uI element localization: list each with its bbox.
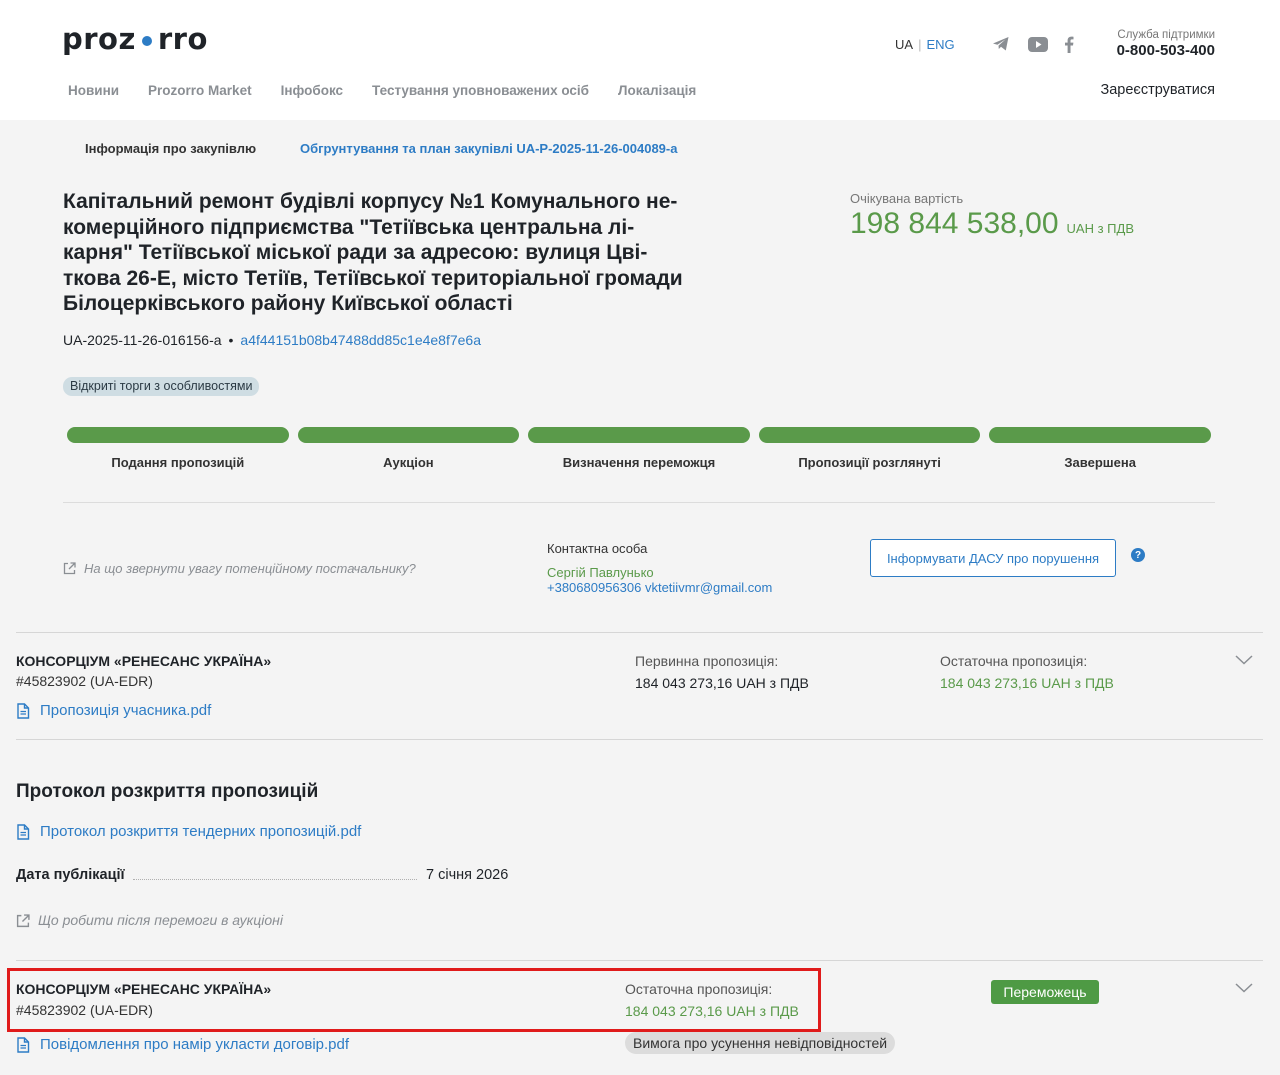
support-label: Служба підтримки xyxy=(1117,29,1215,41)
tab-procurement-info[interactable]: Інформація про закупівлю xyxy=(85,141,256,156)
help-icon[interactable]: ? xyxy=(1131,548,1145,562)
step-complete: Завершена xyxy=(989,427,1211,470)
nav-news[interactable]: Новини xyxy=(68,83,119,98)
logo-dot xyxy=(141,36,152,46)
highlight-box xyxy=(7,968,821,1032)
intent-document-name: Повідомлення про намір укласти договір.p… xyxy=(40,1036,350,1053)
site-header: proz rro UA | ENG Служба підтримки 0-800-… xyxy=(0,0,1280,120)
publication-date-label: Дата публікації xyxy=(16,867,125,883)
step-bar xyxy=(297,427,520,443)
intent-document-link[interactable]: Повідомлення про намір укласти договір.p… xyxy=(16,1036,349,1053)
step-bar xyxy=(989,427,1211,443)
support-contact: Служба підтримки 0-800-503-400 xyxy=(1117,29,1215,59)
document-icon xyxy=(16,823,30,840)
divider xyxy=(16,632,1263,633)
final-offer-label: Остаточна пропозиція: xyxy=(940,653,1088,669)
supplier-notice-link[interactable]: На що звернути увагу потенційному постач… xyxy=(63,561,416,576)
bid-document-name: Пропозиція учасника.pdf xyxy=(40,702,212,719)
step-label: Аукціон xyxy=(383,455,434,470)
step-label: Визначення переможця xyxy=(562,455,716,470)
inform-dasu-button[interactable]: Інформувати ДАСУ про порушення xyxy=(870,539,1116,577)
prozorro-logo[interactable]: proz rro xyxy=(62,22,208,56)
initial-offer-value: 184 043 273,16 UAH з ПДВ xyxy=(635,675,809,691)
external-link-icon xyxy=(16,913,30,927)
telegram-icon[interactable] xyxy=(990,34,1012,54)
contact-name: Сергій Павлунько xyxy=(547,565,654,580)
step-label: Подання пропозицій xyxy=(111,455,245,470)
facebook-icon[interactable] xyxy=(1058,34,1080,54)
step-label: Пропозиції розглянуті xyxy=(798,455,941,470)
protocol-title: Протокол розкриття пропозицій xyxy=(16,781,319,802)
document-icon xyxy=(16,1036,30,1053)
bidder-edr: #45823902 (UA-EDR) xyxy=(16,673,153,689)
external-link-icon xyxy=(63,562,76,575)
contact-label: Контактна особа xyxy=(547,541,648,556)
expected-amount: 198 844 538,00 xyxy=(850,207,1059,240)
step-auction: Аукціон xyxy=(297,427,520,470)
id-separator: • xyxy=(228,332,234,348)
claim-badge: Вимога про усунення невідповідностей xyxy=(625,1032,896,1054)
tender-id: UA-2025-11-26-016156-a xyxy=(63,332,222,348)
bidder-name: КОНСОРЦІУМ «РЕНЕСАНС УКРАЇНА» xyxy=(16,653,272,669)
after-win-text: Що робити після перемоги в аукціоні xyxy=(38,912,283,928)
expected-value-label: Очікувана вартість xyxy=(850,191,964,206)
final-offer-value: 184 043 273,16 UAH з ПДВ xyxy=(940,675,1114,691)
register-link[interactable]: Зареєструватися xyxy=(1100,82,1215,98)
tab-procurement-plan[interactable]: Обгрунтування та план закупівлі UA-P-202… xyxy=(300,141,677,156)
youtube-icon[interactable] xyxy=(1027,34,1049,54)
step-bar xyxy=(67,427,289,443)
divider xyxy=(16,960,1263,961)
initial-offer-label: Первинна пропозиція: xyxy=(635,653,779,669)
step-bar xyxy=(758,427,981,443)
after-win-link[interactable]: Що робити після перемоги в аукціоні xyxy=(16,912,283,928)
nav-infobox[interactable]: Інфобокс xyxy=(281,83,343,98)
lang-eng[interactable]: ENG xyxy=(926,37,954,52)
tender-title: Капітальний ремонт будівлі корпусу №1 Ко… xyxy=(63,190,683,315)
support-phone[interactable]: 0-800-503-400 xyxy=(1117,42,1215,59)
publication-date-value: 7 січня 2026 xyxy=(426,867,509,883)
winner-badge: Переможець xyxy=(991,980,1099,1004)
lang-ua[interactable]: UA xyxy=(895,37,913,52)
language-switcher: UA | ENG xyxy=(895,37,955,52)
procedure-type-badge: Відкриті торги з особливостями xyxy=(63,377,260,396)
step-winner-selection: Визначення переможця xyxy=(528,427,750,470)
lang-separator: | xyxy=(918,37,922,52)
tender-ids: UA-2025-11-26-016156-a • a4f44151b08b474… xyxy=(63,332,481,348)
document-icon xyxy=(16,702,30,719)
nav-prozorro-market[interactable]: Prozorro Market xyxy=(148,83,252,98)
step-label: Завершена xyxy=(1064,455,1136,470)
main-nav: Новини Prozorro Market Інфобокс Тестуван… xyxy=(68,83,696,98)
status-steps: Подання пропозицій Аукціон Визначення пе… xyxy=(67,427,1211,470)
chevron-down-icon[interactable] xyxy=(1235,980,1253,993)
nav-localization[interactable]: Локалізація xyxy=(618,83,696,98)
step-bar xyxy=(528,427,750,443)
protocol-document-name: Протокол розкриття тендерних пропозицій.… xyxy=(40,823,362,840)
expected-currency: UAH з ПДВ xyxy=(1066,221,1134,236)
protocol-document-link[interactable]: Протокол розкриття тендерних пропозицій.… xyxy=(16,823,361,840)
chevron-down-icon[interactable] xyxy=(1235,652,1253,665)
tender-hash-link[interactable]: a4f44151b08b47488dd85c1e4e8f7e6a xyxy=(240,332,481,348)
step-submission: Подання пропозицій xyxy=(67,427,289,470)
dotted-leader xyxy=(133,879,417,880)
step-reviewed: Пропозиції розглянуті xyxy=(758,427,981,470)
contact-phone-email[interactable]: +380680956306 vktetiivmr@gmail.com xyxy=(547,580,772,595)
supplier-notice-text: На що звернути увагу потенційному постач… xyxy=(84,561,416,576)
expected-value: 198 844 538,00 UAH з ПДВ xyxy=(850,207,1134,241)
nav-testing[interactable]: Тестування уповноважених осіб xyxy=(372,83,589,98)
divider xyxy=(16,739,1263,740)
bid-document-link[interactable]: Пропозиція учасника.pdf xyxy=(16,702,211,719)
divider xyxy=(63,502,1215,503)
